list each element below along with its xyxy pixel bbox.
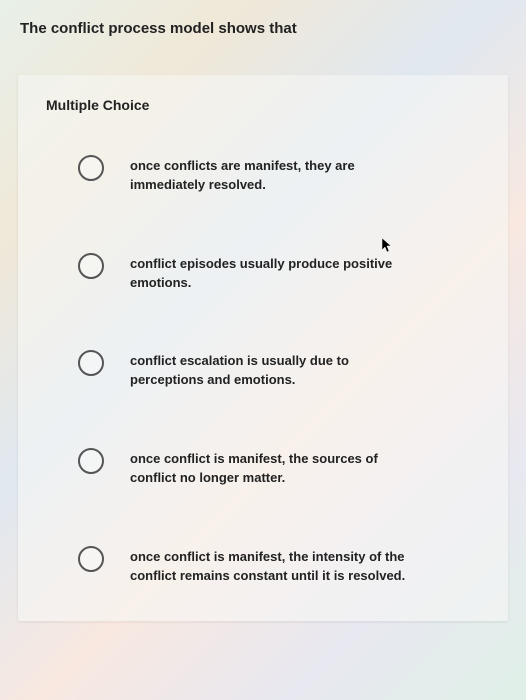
option-label: once conflict is manifest, the intensity… <box>130 546 410 586</box>
question-prompt: The conflict process model shows that <box>18 20 508 37</box>
option-row-2[interactable]: conflict episodes usually produce positi… <box>46 253 480 293</box>
option-row-3[interactable]: conflict escalation is usually due to pe… <box>46 350 480 390</box>
radio-icon[interactable] <box>78 155 104 181</box>
option-row-1[interactable]: once conflicts are manifest, they are im… <box>46 155 480 195</box>
multiple-choice-panel: Multiple Choice once conflicts are manif… <box>18 75 508 621</box>
radio-icon[interactable] <box>78 350 104 376</box>
section-heading: Multiple Choice <box>46 97 480 113</box>
option-label: once conflict is manifest, the sources o… <box>130 448 410 488</box>
radio-icon[interactable] <box>78 253 104 279</box>
radio-icon[interactable] <box>78 546 104 572</box>
option-label: conflict episodes usually produce positi… <box>130 253 410 293</box>
radio-icon[interactable] <box>78 448 104 474</box>
option-row-4[interactable]: once conflict is manifest, the sources o… <box>46 448 480 488</box>
option-row-5[interactable]: once conflict is manifest, the intensity… <box>46 546 480 586</box>
option-label: once conflicts are manifest, they are im… <box>130 155 410 195</box>
option-label: conflict escalation is usually due to pe… <box>130 350 410 390</box>
